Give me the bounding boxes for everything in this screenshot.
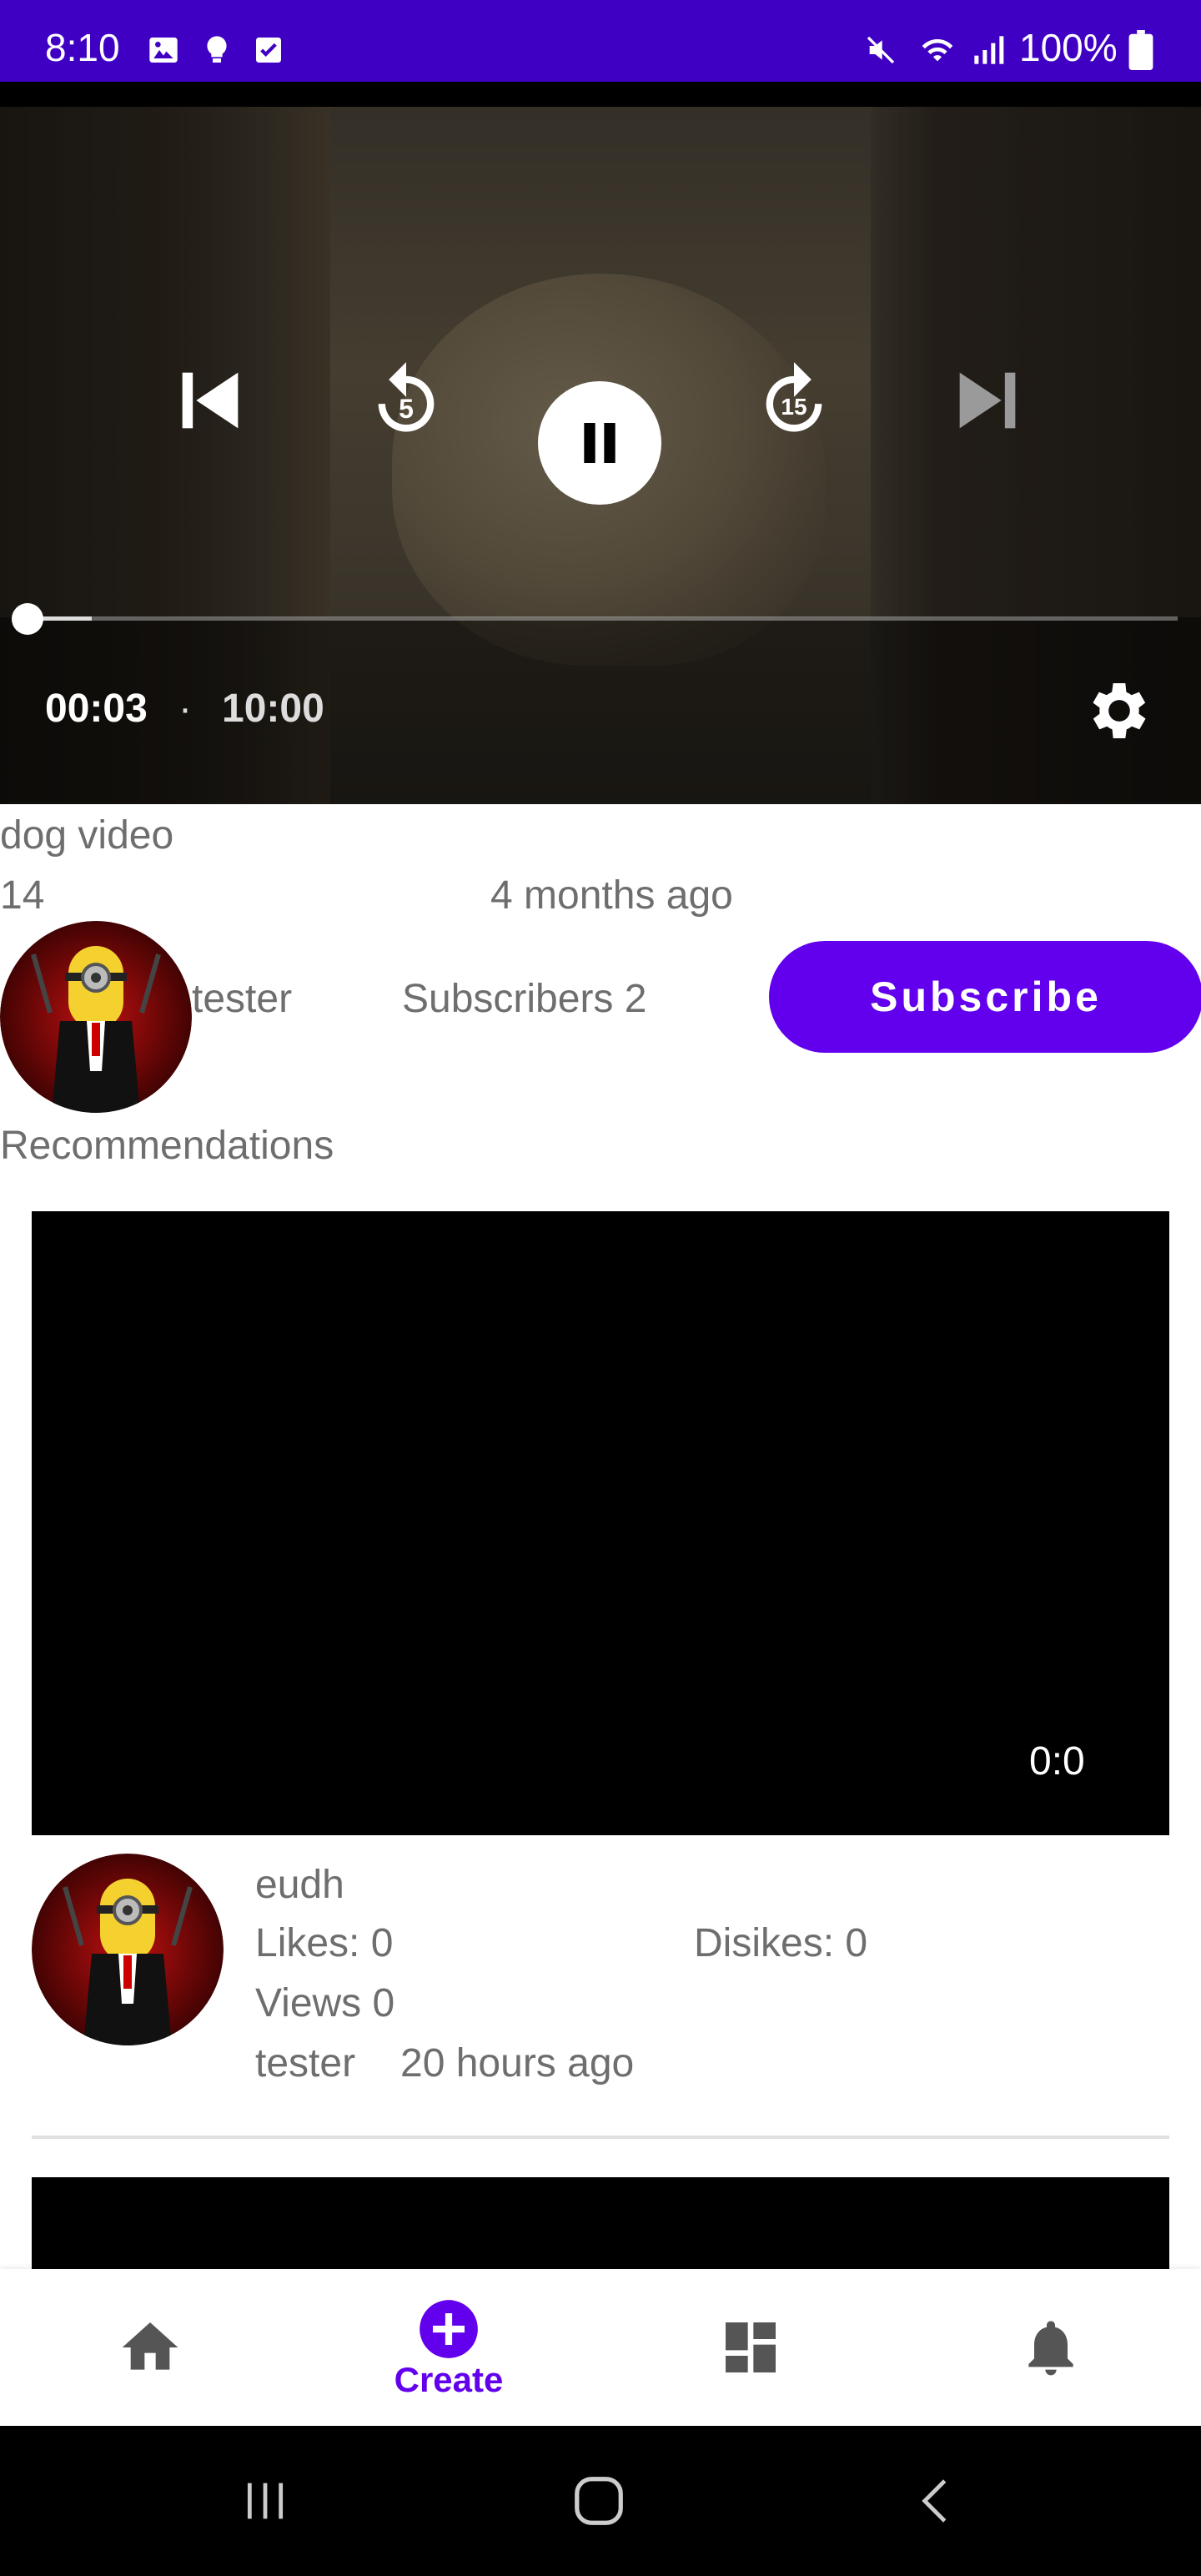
time-separator: ·	[178, 687, 192, 731]
status-time: 8:10	[45, 26, 120, 69]
seek-thumb[interactable]	[12, 603, 43, 635]
rewind-seconds: 5	[399, 394, 414, 424]
home-system-button[interactable]	[557, 2459, 641, 2543]
recommendation-thumbnail[interactable]	[32, 2177, 1169, 2269]
subscriber-count: Subscribers 2	[402, 977, 647, 1021]
recommendation-dislikes: Disikes: 0	[694, 1921, 868, 1965]
add-circle-icon	[420, 2300, 478, 2358]
minion-avatar-image	[32, 1854, 224, 2045]
recommendation-time: 20 hours ago	[400, 2041, 635, 2085]
skip-next-icon	[959, 372, 1016, 429]
status-bar: 8:10 100%	[0, 0, 1201, 82]
bulb-notification-icon	[207, 36, 227, 63]
recommendation-thumbnail[interactable]	[32, 1211, 1169, 1835]
nav-dashboard[interactable]	[667, 2269, 834, 2426]
recommendation-views: Views 0	[255, 1981, 395, 2025]
nav-create-label: Create	[394, 2360, 504, 2399]
video-age: 4 months ago	[490, 873, 733, 918]
rewind-5-button[interactable]: 5	[356, 350, 456, 450]
home-icon	[122, 2322, 178, 2370]
recents-icon	[247, 2483, 284, 2519]
dashboard-icon	[726, 2322, 776, 2372]
video-views: 14	[0, 873, 45, 918]
system-navigation-bar	[0, 2426, 1201, 2576]
recommendations-heading: Recommendations	[0, 1124, 334, 1168]
skip-previous-icon	[182, 372, 239, 429]
skip-next-button[interactable]	[937, 350, 1038, 450]
forward-seconds: 15	[781, 394, 807, 420]
battery-percentage: 100%	[1019, 26, 1118, 69]
back-button[interactable]	[894, 2459, 977, 2543]
battery-icon	[1128, 30, 1153, 70]
mute-icon	[867, 36, 895, 64]
recommendation-title[interactable]: eudh	[255, 1865, 344, 1905]
settings-button[interactable]	[1083, 674, 1156, 747]
checkbox-notification-icon	[256, 38, 281, 63]
nav-create[interactable]: Create	[365, 2269, 532, 2426]
channel-name[interactable]: tester	[192, 979, 292, 1019]
current-time: 00:03	[45, 687, 148, 731]
pause-icon	[584, 423, 616, 463]
wifi-icon	[922, 38, 953, 62]
forward-15-button[interactable]: 15	[744, 350, 844, 450]
total-duration: 10:00	[222, 687, 324, 731]
pause-button[interactable]	[538, 381, 661, 505]
recommendation-avatar[interactable]	[32, 1854, 224, 2045]
divider	[32, 2136, 1169, 2139]
image-notification-icon	[149, 38, 178, 63]
nav-notifications[interactable]	[967, 2269, 1134, 2426]
channel-avatar[interactable]	[0, 921, 192, 1113]
bell-icon	[1028, 2321, 1073, 2376]
signal-icon	[974, 36, 1004, 64]
bottom-navigation: Create	[0, 2269, 1201, 2426]
settings-icon	[1093, 683, 1146, 738]
home-outline-icon	[575, 2477, 623, 2525]
minion-avatar-image	[0, 921, 192, 1113]
recents-button[interactable]	[224, 2459, 307, 2543]
recommendation-author: tester	[255, 2041, 356, 2085]
video-title: dog video	[0, 813, 174, 858]
back-icon	[922, 2479, 947, 2523]
recommendation-duration: 0:0	[1029, 1739, 1085, 1784]
recommendation-likes: Likes: 0	[255, 1921, 394, 1965]
seek-bar[interactable]	[27, 616, 1178, 621]
skip-previous-button[interactable]	[160, 350, 260, 450]
nav-home[interactable]	[67, 2269, 234, 2426]
subscribe-button[interactable]: Subscribe	[769, 941, 1201, 1053]
